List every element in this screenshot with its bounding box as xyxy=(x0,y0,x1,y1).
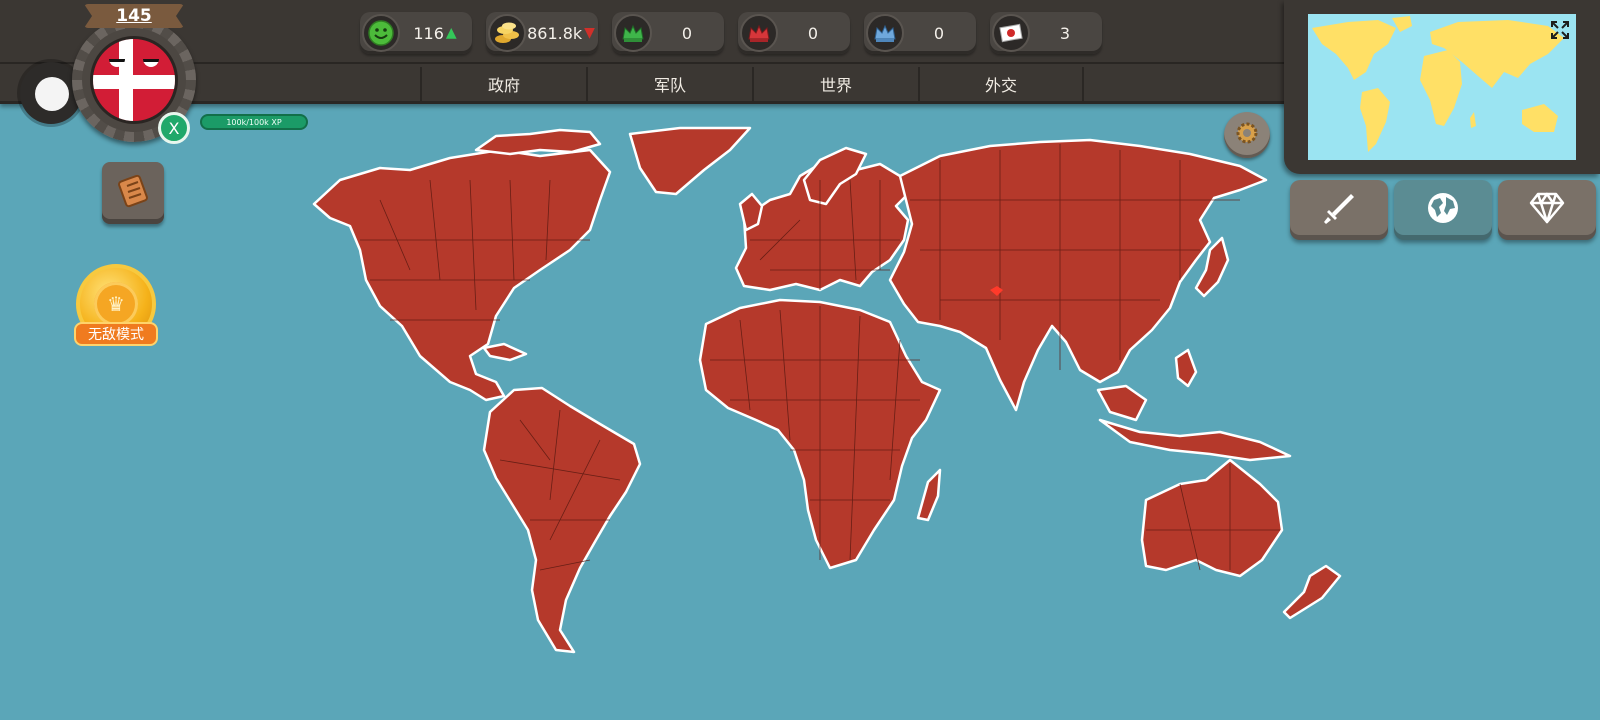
blue-crown-value: 0 xyxy=(933,23,945,43)
territory-philippines[interactable] xyxy=(1174,348,1198,388)
expand-icon[interactable] xyxy=(1550,20,1570,40)
globe-icon xyxy=(1426,191,1460,229)
smiley-icon xyxy=(362,14,400,52)
scroll-icon xyxy=(116,172,150,214)
main-tabs: 政府 军队 世界 外交 xyxy=(420,67,1084,101)
japan-flag-value: 3 xyxy=(1059,23,1071,43)
blue-crown-icon xyxy=(866,14,904,52)
resource-money[interactable]: 861.8k ▼ xyxy=(486,12,598,54)
coins-icon xyxy=(488,14,526,52)
tab-diplomacy[interactable]: 外交 xyxy=(918,67,1084,101)
world-button[interactable] xyxy=(1394,180,1492,240)
trend-up-icon: ▲ xyxy=(445,25,457,41)
green-crown-icon xyxy=(614,14,652,52)
world-map[interactable] xyxy=(300,120,1360,670)
green-crown-value: 0 xyxy=(681,23,693,43)
resource-red-crown[interactable]: 0 xyxy=(738,12,850,54)
territory-north-america[interactable] xyxy=(312,148,612,402)
red-crown-icon xyxy=(740,14,778,52)
player-country-ball[interactable] xyxy=(90,36,178,124)
territory-arctic-islands[interactable] xyxy=(474,128,602,156)
diamond-icon xyxy=(1527,191,1567,229)
territory-madagascar[interactable] xyxy=(916,468,942,522)
resource-happiness[interactable]: 116 ▲ xyxy=(360,12,472,54)
trend-down-icon: ▼ xyxy=(584,25,595,41)
money-value: 861.8k xyxy=(527,23,583,43)
territory-new-zealand[interactable] xyxy=(1282,564,1342,620)
happiness-value: 116 xyxy=(413,23,444,43)
territory-southeast-asia-islands[interactable] xyxy=(1096,384,1148,422)
tab-army[interactable]: 军队 xyxy=(586,67,752,101)
eye-icon xyxy=(143,59,159,67)
invincible-mode-label: 无敌模式 xyxy=(74,322,158,346)
territory-greenland[interactable] xyxy=(628,126,752,196)
tab-government[interactable]: 政府 xyxy=(420,67,586,101)
territory-australia[interactable] xyxy=(1140,458,1284,578)
player-level: 145 xyxy=(84,4,184,28)
scroll-button[interactable] xyxy=(102,162,164,224)
resource-green-crown[interactable]: 0 xyxy=(612,12,724,54)
red-crown-value: 0 xyxy=(807,23,819,43)
invincible-mode-button[interactable]: ♛ 无敌模式 xyxy=(74,264,158,354)
tab-world[interactable]: 世界 xyxy=(752,67,918,101)
x-button[interactable]: X xyxy=(158,112,190,144)
territory-indonesia[interactable] xyxy=(1098,418,1292,462)
resource-japan-flag[interactable]: 3 xyxy=(990,12,1102,54)
joystick-knob[interactable] xyxy=(35,77,69,111)
xp-bar: 100k/100k XP xyxy=(200,114,308,130)
resource-bar: 116 ▲ 861.8k ▼ 0 0 0 3 xyxy=(360,12,1102,54)
territory-cuba[interactable] xyxy=(482,342,528,362)
gem-shop-button[interactable] xyxy=(1498,180,1596,240)
japan-flag-icon xyxy=(992,14,1030,52)
resource-blue-crown[interactable]: 0 xyxy=(864,12,976,54)
